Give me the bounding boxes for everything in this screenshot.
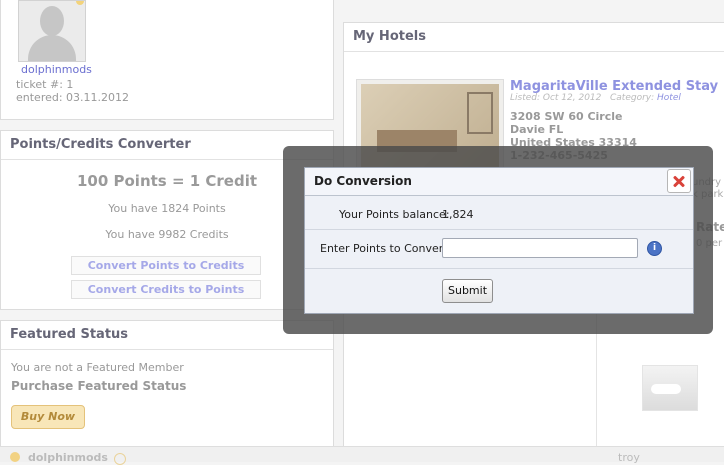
footer-right-text[interactable]: troy: [618, 451, 640, 464]
submit-row: Submit: [305, 269, 693, 313]
submit-button[interactable]: Submit: [442, 279, 493, 303]
buy-now-button[interactable]: Buy Now: [11, 405, 85, 429]
hotel-address-line2: Davie FL: [510, 123, 564, 136]
cloud-thumbnail-icon[interactable]: [642, 365, 698, 411]
featured-panel-title: Featured Status: [10, 327, 129, 342]
hotel-meta: Listed: Oct 12, 2012 Category: Hotel: [510, 93, 681, 103]
avatar-icon[interactable]: [18, 0, 86, 62]
hotels-panel-header: My Hotels: [344, 23, 724, 52]
online-status-icon: [76, 1, 84, 5]
footer-bar: dolphinmods troy: [0, 446, 724, 465]
enter-points-row: Enter Points to Convert: i: [305, 230, 693, 269]
hotel-listed: Listed: Oct 12, 2012: [510, 93, 602, 103]
featured-status-panel: Featured Status You are not a Featured M…: [0, 320, 334, 448]
dialog-title: Do Conversion: [314, 174, 412, 188]
footer-username[interactable]: dolphinmods: [28, 451, 108, 464]
hotel-address-line1: 3208 SW 60 Circle: [510, 110, 623, 123]
points-panel-title: Points/Credits Converter: [10, 137, 191, 152]
featured-status-text: You are not a Featured Member: [11, 361, 184, 374]
info-icon[interactable]: i: [647, 241, 662, 256]
hotel-category-label: Category:: [609, 93, 655, 103]
footer-ring-icon[interactable]: [114, 453, 126, 465]
convert-credits-to-points-button[interactable]: Convert Credits to Points: [71, 280, 261, 299]
balance-row: Your Points balance: 1,824: [305, 196, 693, 230]
hotel-name-link[interactable]: MagaritaVille Extended Stay: [510, 79, 718, 94]
points-to-convert-input[interactable]: [442, 238, 638, 258]
purchase-featured-link[interactable]: Purchase Featured Status: [11, 379, 186, 393]
balance-value: 1,824: [442, 208, 474, 221]
dialog-title-bar: Do Conversion: [305, 168, 693, 196]
convert-points-to-credits-button[interactable]: Convert Points to Credits: [71, 256, 261, 275]
profile-panel: dolphinmods ticket #: 1 entered: 03.11.2…: [0, 0, 334, 120]
hotels-panel-title: My Hotels: [353, 29, 426, 44]
balance-label: Your Points balance:: [339, 208, 450, 221]
do-conversion-dialog: Do Conversion Your Points balance: 1,824…: [304, 167, 694, 314]
close-icon[interactable]: [667, 169, 691, 193]
ticket-number: ticket #: 1: [16, 78, 74, 91]
hotel-category-link[interactable]: Hotel: [657, 93, 681, 103]
entered-date: entered: 03.11.2012: [16, 91, 130, 104]
profile-username-link[interactable]: dolphinmods: [21, 63, 92, 76]
enter-points-label: Enter Points to Convert:: [320, 242, 452, 255]
